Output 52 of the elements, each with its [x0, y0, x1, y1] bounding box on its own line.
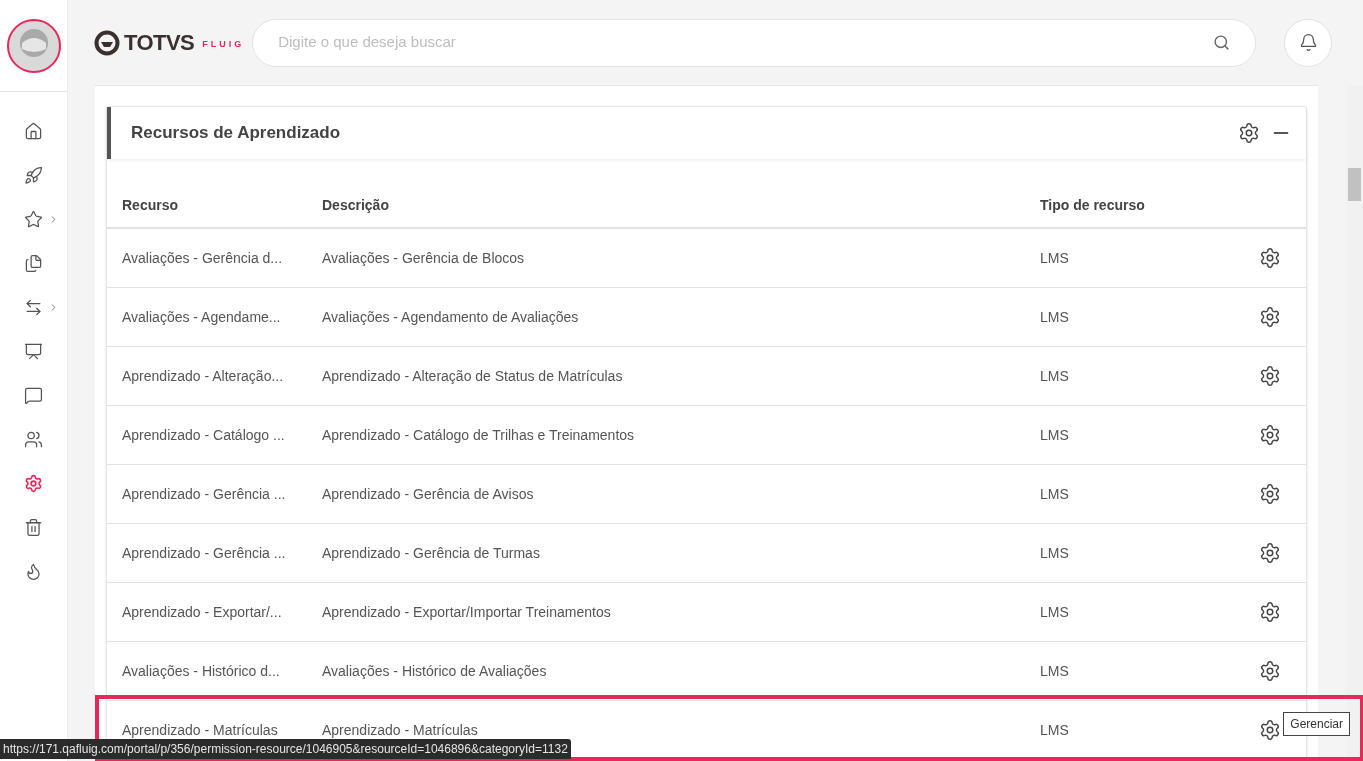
table-cell-text: LMS [1040, 484, 1070, 504]
table-cell-text: Aprendizado - Exportar/Importar Treinamentos [322, 602, 612, 622]
table-cell-text: Aprendizado - Exportar/... [122, 602, 283, 622]
status-url: https://171.qafluig.com/portal/p/356/permission-resource/1046905&resourceId=1046896&categoryId=1132 [0, 739, 571, 759]
table-cell-text: Avaliações - Gerência d... [122, 248, 284, 268]
table-cell-text: Aprendizado - Gerência de Avisos [322, 484, 535, 504]
settings-icon[interactable] [1259, 542, 1281, 564]
settings-icon[interactable] [1259, 660, 1281, 682]
logo-icon [94, 29, 120, 56]
settings-icon[interactable] [1259, 424, 1281, 446]
table-cell-text: Aprendizado - Alteração... [122, 366, 285, 386]
table-cell-text: Aprendizado - Catálogo de Trilhas e Treinamentos [322, 425, 636, 445]
search-icon[interactable] [1213, 34, 1231, 51]
column-header: Tipo de recurso [1040, 196, 1146, 215]
settings-icon[interactable] [1259, 483, 1281, 505]
table-cell-text: LMS [1040, 720, 1070, 740]
table-cell-text: LMS [1040, 661, 1070, 681]
logo-subtext: FLUIG [202, 37, 245, 51]
table-cell-text: Avaliações - Agendamento de Avaliações [322, 307, 580, 327]
table-cell-text: Aprendizado - Matrículas [322, 720, 479, 740]
column-header: Descrição [322, 196, 390, 215]
bell-icon [1298, 33, 1318, 52]
settings-icon[interactable] [1259, 365, 1281, 387]
avatar[interactable] [6, 18, 61, 73]
table-cell-text: Avaliações - Gerência de Blocos [322, 248, 526, 268]
settings-icon[interactable] [1259, 719, 1281, 741]
table-cell-text: LMS [1040, 248, 1070, 268]
table-cell-text: LMS [1040, 602, 1070, 622]
settings-icon[interactable] [1238, 122, 1260, 144]
table-cell-text: Avaliações - Agendame... [122, 307, 282, 327]
table-cell-text: LMS [1040, 543, 1070, 563]
scrollbar-thumb[interactable] [1348, 168, 1361, 201]
table-cell-text: Aprendizado - Gerência ... [122, 484, 287, 504]
table-cell-text: Aprendizado - Gerência ... [122, 543, 287, 563]
search-input[interactable]: Digite o que deseja buscar [278, 31, 1214, 54]
table-cell-text: Aprendizado - Catálogo ... [122, 425, 286, 445]
logo-text: TOTVS [124, 29, 195, 57]
column-header: Recurso [122, 196, 180, 215]
table-cell-text: LMS [1040, 307, 1070, 327]
tooltip: Gerenciar [1283, 712, 1350, 736]
table-cell-text: Avaliações - Histórico d... [122, 661, 281, 681]
table-cell-text: Aprendizado - Matrículas [122, 720, 279, 740]
table-cell-text: LMS [1040, 425, 1070, 445]
table-cell-text: Aprendizado - Alteração de Status de Matrículas [322, 366, 624, 386]
settings-icon[interactable] [1259, 247, 1281, 269]
table-cell-text: LMS [1040, 366, 1070, 386]
panel-title: Recursos de Aprendizado [131, 122, 342, 145]
table-cell-text: Aprendizado - Gerência de Turmas [322, 543, 541, 563]
search-bar[interactable]: Digite o que deseja buscar [252, 18, 1257, 67]
settings-icon[interactable] [1259, 601, 1281, 623]
table-cell-text: Avaliações - Histórico de Avaliações [322, 661, 548, 681]
settings-icon[interactable] [1259, 306, 1281, 328]
